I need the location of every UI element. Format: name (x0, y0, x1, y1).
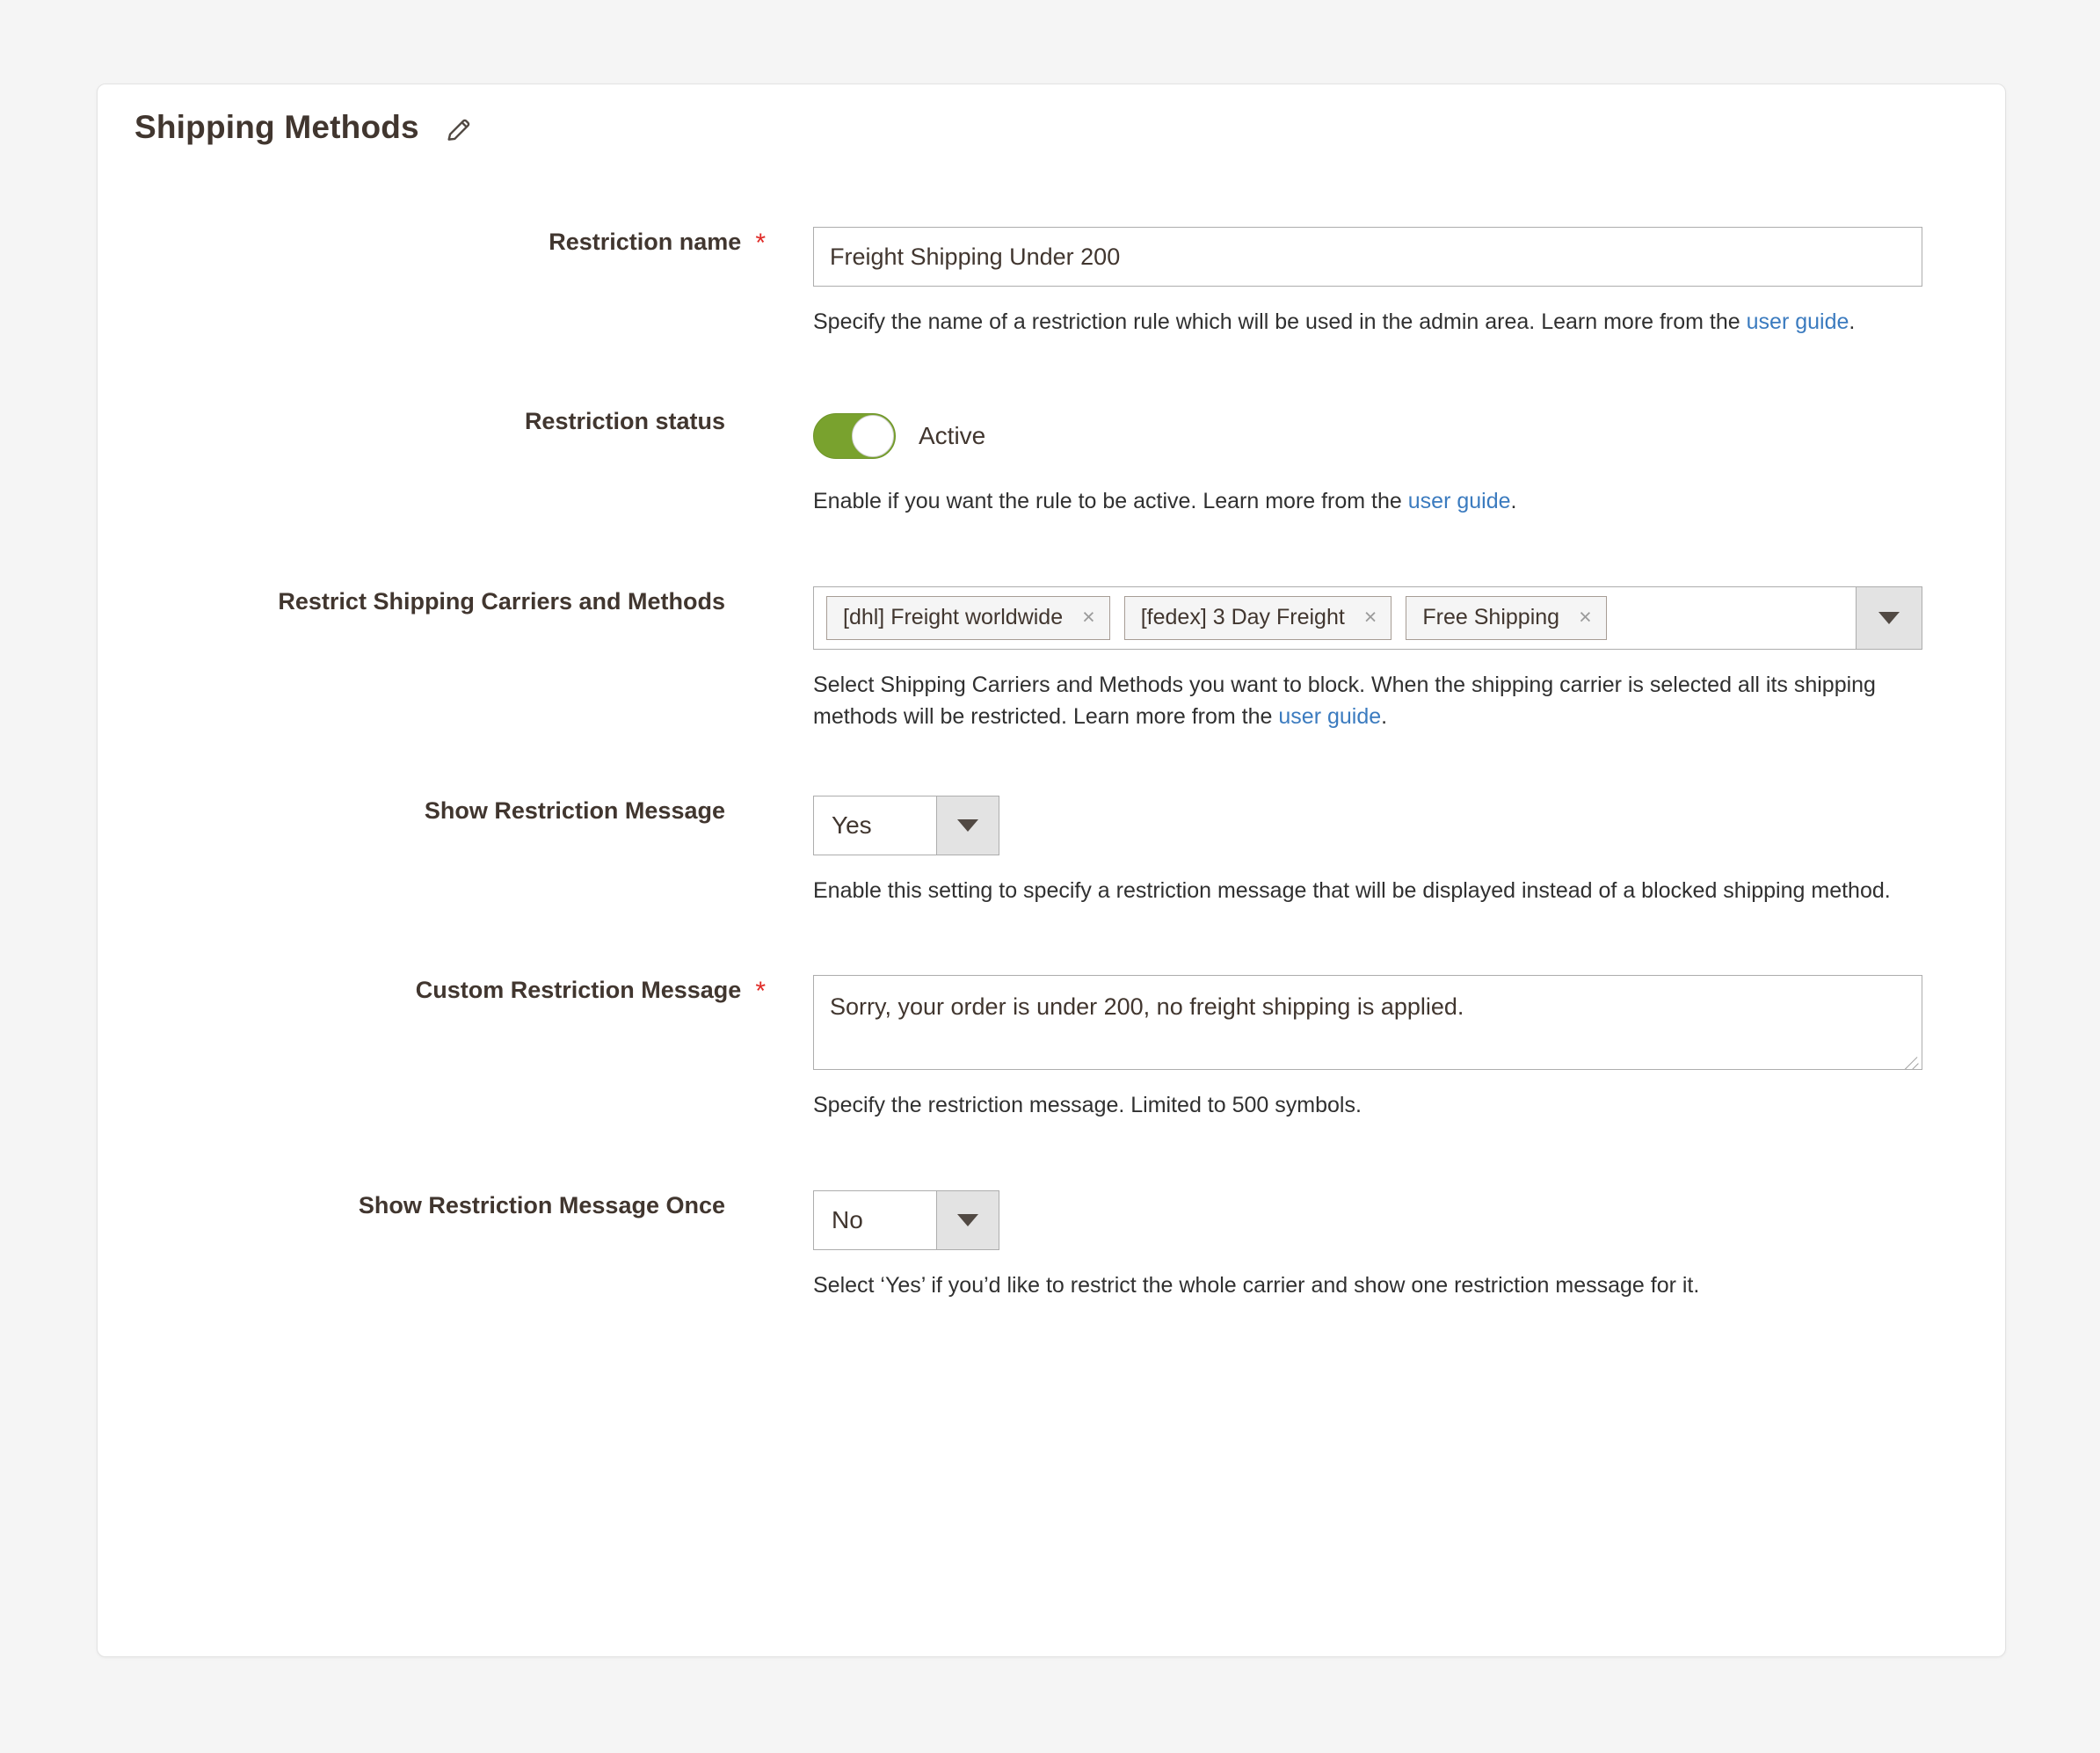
caret-shape (1878, 611, 1900, 624)
control-cell: [dhl] Freight worldwide × [fedex] 3 Day … (766, 586, 2005, 733)
control-cell: Sorry, your order is under 200, no freig… (766, 975, 2005, 1121)
user-guide-link[interactable]: user guide (1408, 489, 1511, 513)
label-cell: Custom Restriction Message * (98, 975, 766, 1007)
field-restriction-status: Restriction status Active Enable if you … (98, 406, 2005, 517)
chevron-down-icon[interactable] (936, 1190, 999, 1249)
field-show-restriction-message-once: Show Restriction Message Once No Select … (98, 1189, 2005, 1301)
show-restriction-message-once-note: Select ‘Yes’ if you’d like to restrict t… (813, 1272, 1700, 1298)
show-restriction-message-once-label: Show Restriction Message Once (358, 1191, 725, 1218)
tag-item[interactable]: [fedex] 3 Day Freight × (1123, 595, 1392, 640)
tag-item[interactable]: [dhl] Freight worldwide × (826, 595, 1110, 640)
textarea-value: Sorry, your order is under 200, no freig… (830, 993, 1464, 1021)
show-restriction-message-label: Show Restriction Message (424, 797, 725, 824)
pencil-icon[interactable] (444, 115, 474, 145)
custom-restriction-message-note: Specify the restriction message. Limited… (813, 1093, 1362, 1118)
resize-handle[interactable] (1900, 1048, 1920, 1067)
required-indicator: * (755, 229, 766, 258)
restriction-status-toggle-wrap: Active (813, 406, 2005, 466)
restriction-status-toggle[interactable] (813, 413, 896, 460)
show-restriction-message-select[interactable]: Yes (813, 796, 999, 855)
note-text-end: . (1510, 489, 1517, 514)
required-indicator: * (755, 977, 766, 1007)
label-cell: Restriction name * (98, 227, 766, 258)
label-cell: Show Restriction Message (98, 796, 766, 827)
selected-value: Yes (832, 811, 872, 839)
field-show-restriction-message: Show Restriction Message Yes Enable this… (98, 796, 2005, 906)
control-cell: No Select ‘Yes’ if you’d like to restric… (766, 1189, 2005, 1301)
close-icon[interactable]: × (1364, 607, 1377, 629)
restrict-carriers-note: Select Shipping Carriers and Methods you… (813, 669, 1907, 733)
close-icon[interactable]: × (1082, 607, 1095, 629)
close-icon[interactable]: × (1579, 607, 1592, 629)
custom-restriction-message-textarea[interactable]: Sorry, your order is under 200, no freig… (813, 975, 1922, 1071)
selected-tags: [dhl] Freight worldwide × [fedex] 3 Day … (814, 587, 1856, 649)
toggle-knob (852, 415, 894, 458)
note-text: Specify the name of a restriction rule w… (813, 309, 1747, 334)
shipping-methods-panel: Shipping Methods Restriction name * Spec… (97, 84, 2006, 1657)
label-cell: Restrict Shipping Carriers and Methods (98, 586, 766, 618)
restrict-carriers-label: Restrict Shipping Carriers and Methods (278, 587, 725, 615)
tag-item[interactable]: Free Shipping × (1406, 595, 1607, 640)
selected-value: No (832, 1205, 863, 1233)
restriction-status-note: Enable if you want the rule to be active… (813, 485, 1907, 517)
restriction-form: Restriction name * Specify the name of a… (98, 227, 2005, 1301)
restrict-carriers-multiselect[interactable]: [dhl] Freight worldwide × [fedex] 3 Day … (813, 586, 1922, 650)
label-cell: Restriction status (98, 406, 766, 438)
control-cell: Yes Enable this setting to specify a res… (766, 796, 2005, 906)
user-guide-link[interactable]: user guide (1747, 309, 1849, 334)
tag-label: [dhl] Freight worldwide (843, 605, 1064, 629)
field-restrict-carriers: Restrict Shipping Carriers and Methods [… (98, 586, 2005, 733)
label-cell: Show Restriction Message Once (98, 1190, 766, 1222)
restriction-status-label: Restriction status (524, 408, 725, 435)
tag-label: [fedex] 3 Day Freight (1140, 605, 1345, 629)
caret-shape (957, 1213, 978, 1226)
restriction-name-label: Restriction name (549, 229, 742, 255)
tag-label: Free Shipping (1422, 605, 1560, 629)
chevron-down-icon[interactable] (1856, 586, 1922, 649)
restriction-name-input[interactable] (813, 227, 1922, 287)
user-guide-link[interactable]: user guide (1278, 704, 1381, 729)
show-restriction-message-note: Enable this setting to specify a restric… (813, 878, 1891, 903)
control-cell: Specify the name of a restriction rule w… (766, 227, 2005, 338)
panel-header: Shipping Methods (98, 84, 2005, 146)
page-title: Shipping Methods (134, 109, 419, 145)
show-restriction-message-once-select[interactable]: No (813, 1189, 999, 1250)
caret-shape (957, 819, 978, 832)
control-cell: Active Enable if you want the rule to be… (766, 406, 2005, 517)
toggle-state-label: Active (919, 422, 986, 450)
chevron-down-icon[interactable] (936, 796, 999, 855)
note-text: Enable if you want the rule to be active… (813, 489, 1408, 514)
custom-restriction-message-label: Custom Restriction Message (415, 977, 742, 1004)
field-custom-restriction-message: Custom Restriction Message * Sorry, your… (98, 975, 2005, 1121)
restriction-name-note: Specify the name of a restriction rule w… (813, 306, 1907, 338)
note-text-end: . (1381, 703, 1388, 729)
field-restriction-name: Restriction name * Specify the name of a… (98, 227, 2005, 338)
note-text-end: . (1849, 309, 1856, 334)
